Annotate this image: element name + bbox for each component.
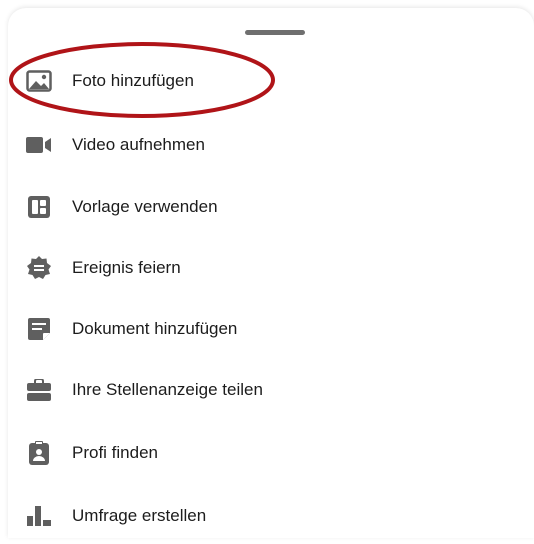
menu-item-add-document[interactable]: Dokument hinzufügen bbox=[0, 301, 534, 357]
menu-item-label: Ihre Stellenanzeige teilen bbox=[72, 380, 263, 399]
poll-icon bbox=[26, 503, 52, 529]
menu-item-label: Ereignis feiern bbox=[72, 258, 181, 277]
menu-item-label: Profi finden bbox=[72, 443, 158, 462]
briefcase-icon bbox=[26, 377, 52, 403]
id-badge-icon bbox=[26, 440, 52, 466]
video-camera-icon bbox=[26, 132, 52, 158]
menu-item-celebrate-event[interactable]: Ereignis feiern bbox=[0, 240, 534, 296]
celebrate-badge-icon bbox=[26, 255, 52, 281]
menu-item-use-template[interactable]: Vorlage verwenden bbox=[0, 179, 534, 235]
menu-item-create-poll[interactable]: Umfrage erstellen bbox=[0, 488, 534, 544]
menu-item-label: Dokument hinzufügen bbox=[72, 319, 238, 338]
menu-item-find-pro[interactable]: Profi finden bbox=[0, 425, 534, 481]
drag-handle[interactable] bbox=[245, 30, 305, 35]
document-icon bbox=[26, 316, 52, 342]
menu-item-label: Foto hinzufügen bbox=[72, 71, 194, 90]
menu-item-label: Video aufnehmen bbox=[72, 135, 205, 154]
menu-item-label: Umfrage erstellen bbox=[72, 506, 207, 525]
menu-item-add-photo[interactable]: Foto hinzufügen bbox=[0, 53, 534, 109]
image-icon bbox=[26, 68, 52, 94]
menu-item-share-job-post[interactable]: Ihre Stellenanzeige teilen bbox=[0, 362, 534, 418]
menu-item-record-video[interactable]: Video aufnehmen bbox=[0, 117, 534, 173]
menu-item-label: Vorlage verwenden bbox=[72, 197, 218, 216]
template-icon bbox=[26, 194, 52, 220]
